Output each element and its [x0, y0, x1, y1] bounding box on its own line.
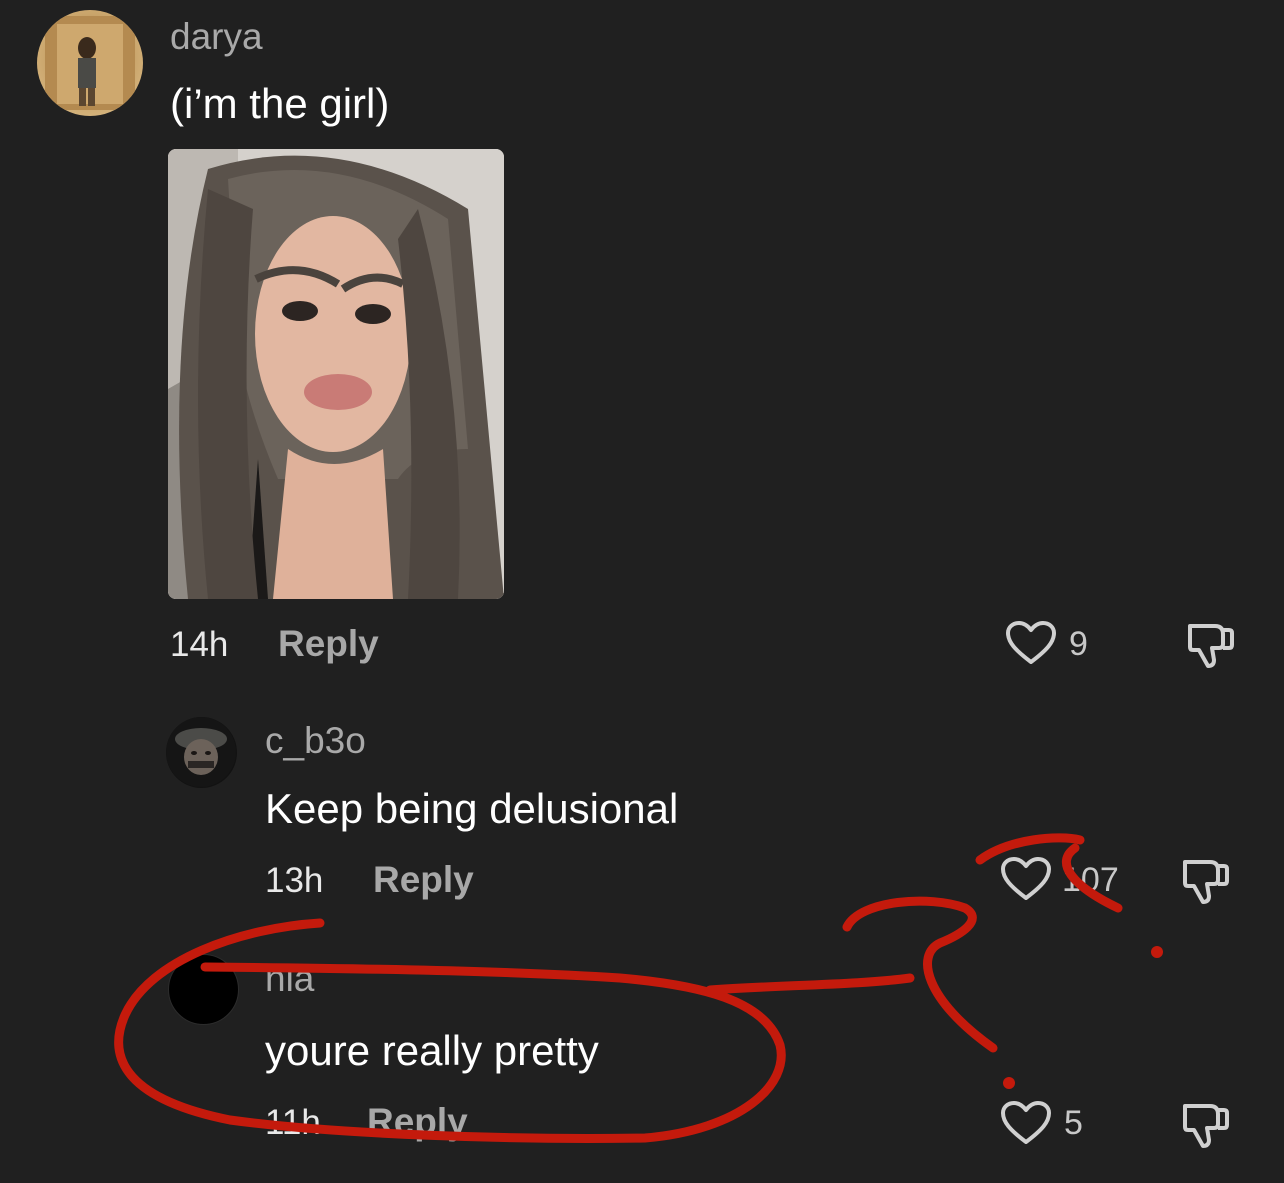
thumbs-down-icon: [1183, 1104, 1229, 1148]
reply-button[interactable]: Reply: [367, 1101, 468, 1143]
heart-outline-icon: [1001, 1101, 1051, 1144]
like-count: 5: [1064, 1104, 1083, 1142]
avatar[interactable]: [166, 717, 237, 788]
comment-text: (i’m the girl): [170, 80, 390, 127]
thumbs-down-icon: [1188, 624, 1234, 668]
dislike-button[interactable]: [1180, 856, 1232, 906]
like-button[interactable]: [1000, 856, 1052, 902]
dislike-button[interactable]: [1185, 620, 1237, 670]
avatar[interactable]: [168, 954, 239, 1025]
comment-time: 11h: [265, 1103, 321, 1142]
comment-text: Keep being delusional: [265, 785, 679, 832]
like-button[interactable]: [1000, 1100, 1052, 1146]
reply-comment-item: nia youre really pretty 11h Reply 5: [0, 940, 1284, 1183]
comment-username[interactable]: nia: [265, 958, 314, 1000]
comment-time: 14h: [170, 625, 229, 664]
comment-username[interactable]: c_b3o: [265, 720, 366, 762]
heart-outline-icon: [1006, 621, 1056, 664]
comment-time: 13h: [265, 861, 324, 900]
avatar-photo: [45, 16, 135, 110]
comment-username[interactable]: darya: [170, 16, 263, 58]
reply-comment-item: c_b3o Keep being delusional 13h Reply 10…: [0, 700, 1284, 920]
reply-button[interactable]: Reply: [278, 623, 379, 665]
avatar[interactable]: [37, 10, 143, 116]
comment-text: youre really pretty: [265, 1027, 599, 1074]
comment-item: darya (i’m the girl) 14h Reply 9: [0, 0, 1284, 680]
avatar-photo: [166, 717, 236, 787]
heart-outline-icon: [1001, 857, 1051, 900]
selfie-image: [168, 149, 504, 599]
like-count: 107: [1062, 861, 1119, 899]
comment-photo[interactable]: [168, 149, 504, 599]
reply-button[interactable]: Reply: [373, 859, 474, 901]
dislike-button[interactable]: [1180, 1100, 1232, 1150]
thumbs-down-icon: [1183, 860, 1229, 904]
like-button[interactable]: [1005, 620, 1057, 666]
like-count: 9: [1069, 625, 1088, 663]
